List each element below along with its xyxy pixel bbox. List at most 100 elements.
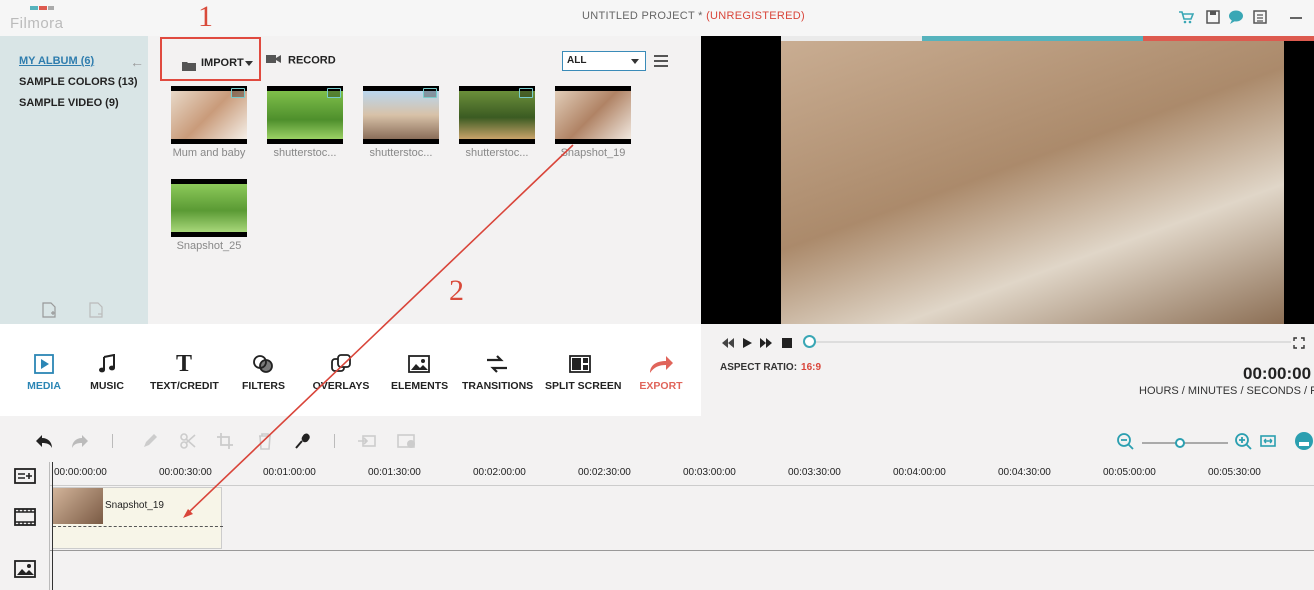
media-thumbnail[interactable] xyxy=(171,179,247,237)
crop-icon[interactable] xyxy=(216,432,236,450)
folder-icon xyxy=(182,58,196,76)
undo-icon[interactable] xyxy=(34,432,54,450)
fullscreen-icon[interactable] xyxy=(1293,336,1305,348)
redo-icon[interactable] xyxy=(70,432,90,450)
import-button[interactable]: IMPORT xyxy=(160,37,261,81)
record-label: RECORD xyxy=(288,54,336,66)
media-thumbnail[interactable] xyxy=(363,86,439,144)
add-album-icon[interactable] xyxy=(42,302,56,318)
ruler-tick-label: 00:05:00:00 xyxy=(1103,467,1156,478)
seek-bar[interactable] xyxy=(811,341,1291,343)
ruler-tick-label: 00:05:30:00 xyxy=(1208,467,1261,478)
import-label: IMPORT xyxy=(201,57,244,69)
video-badge-icon xyxy=(327,88,341,98)
elements-icon xyxy=(391,352,447,376)
timeline-tracks[interactable]: Snapshot_19 xyxy=(0,486,1314,590)
video-track-icon xyxy=(14,508,36,526)
album-item-my-album[interactable]: MY ALBUM (6) xyxy=(19,55,94,67)
tool-elements[interactable]: ELEMENTS xyxy=(391,352,447,392)
zoom-out-icon[interactable] xyxy=(1116,432,1136,450)
track-headers xyxy=(0,462,50,590)
media-thumbnail[interactable] xyxy=(555,86,631,144)
preview-frame xyxy=(781,41,1284,324)
rewind-icon[interactable] xyxy=(721,336,733,348)
video-badge-icon xyxy=(423,88,437,98)
clip-thumbnail xyxy=(53,488,103,524)
snapshot-icon[interactable] xyxy=(1294,432,1314,450)
ruler-tick-label: 00:00:30:00 xyxy=(159,467,212,478)
playback-controls: ASPECT RATIO:16:9 00:00:00 HOURS / MINUT… xyxy=(701,324,1314,416)
album-panel: MY ALBUM (6) SAMPLE COLORS (13) SAMPLE V… xyxy=(0,36,148,324)
save-icon[interactable] xyxy=(1205,9,1221,25)
chevron-down-icon xyxy=(245,61,253,66)
split-icon[interactable] xyxy=(178,432,198,450)
menu-icon[interactable] xyxy=(654,55,668,67)
list-icon[interactable] xyxy=(1252,9,1268,25)
media-icon xyxy=(26,352,62,376)
play-icon[interactable] xyxy=(741,336,753,348)
detach-audio-icon[interactable] xyxy=(357,432,377,450)
seek-handle[interactable] xyxy=(803,335,816,348)
delete-icon[interactable] xyxy=(255,432,275,450)
project-title: UNTITLED PROJECT * (UNREGISTERED) xyxy=(582,10,805,22)
media-caption: shutterstoc... xyxy=(260,147,350,159)
function-toolbar: MEDIA MUSIC T TEXT/CREDIT FILTERS OVERLA… xyxy=(0,324,701,416)
clip-label: Snapshot_19 xyxy=(105,500,164,511)
zoom-handle[interactable] xyxy=(1175,438,1185,448)
aspect-ratio: ASPECT RATIO:16:9 xyxy=(720,362,821,373)
tool-transitions[interactable]: TRANSITIONS xyxy=(462,352,532,392)
cart-icon[interactable] xyxy=(1178,9,1194,25)
overlays-icon xyxy=(312,352,370,376)
minimize-icon[interactable] xyxy=(1288,9,1304,25)
media-thumbnail[interactable] xyxy=(171,86,247,144)
timeline-ruler[interactable]: 00:00:00:00 00:00:30:00 00:01:00:00 00:0… xyxy=(0,462,1314,486)
zoom-in-icon[interactable] xyxy=(1234,432,1254,450)
zoom-slider[interactable] xyxy=(1142,442,1228,444)
edit-icon[interactable] xyxy=(140,432,160,450)
media-caption: shutterstoc... xyxy=(452,147,542,159)
media-caption: Mum and baby xyxy=(164,147,254,159)
tool-overlays[interactable]: OVERLAYS xyxy=(312,352,370,392)
ruler-tick-label: 00:02:30:00 xyxy=(578,467,631,478)
video-badge-icon xyxy=(231,88,245,98)
media-caption: shutterstoc... xyxy=(356,147,446,159)
add-track-icon[interactable] xyxy=(14,468,36,486)
media-thumbnail[interactable] xyxy=(267,86,343,144)
tool-export[interactable]: EXPORT xyxy=(638,352,684,392)
fit-timeline-icon[interactable] xyxy=(1259,432,1279,450)
split-screen-icon xyxy=(545,352,615,376)
tool-media[interactable]: MEDIA xyxy=(26,352,62,392)
ruler-tick-label: 00:01:30:00 xyxy=(368,467,421,478)
fast-forward-icon[interactable] xyxy=(759,336,771,348)
ruler-tick-label: 00:01:00:00 xyxy=(263,467,316,478)
text-icon: T xyxy=(150,352,218,376)
record-button[interactable]: RECORD xyxy=(266,54,336,67)
filmora-logo: Filmora xyxy=(10,6,70,32)
video-settings-icon[interactable] xyxy=(397,432,417,450)
tool-split-screen[interactable]: SPLIT SCREEN xyxy=(545,352,615,392)
preview-window[interactable] xyxy=(701,36,1314,324)
tool-filters[interactable]: FILTERS xyxy=(242,352,284,392)
delete-album-icon[interactable] xyxy=(89,302,103,318)
playhead[interactable] xyxy=(52,462,53,590)
ruler-tick-label: 00:02:00:00 xyxy=(473,467,526,478)
annotation-step-1: 1 xyxy=(198,0,213,34)
transitions-icon xyxy=(462,352,532,376)
timeline-clip[interactable]: Snapshot_19 xyxy=(52,487,222,549)
tool-text-credit[interactable]: T TEXT/CREDIT xyxy=(150,352,218,392)
album-item-sample-colors[interactable]: SAMPLE COLORS (13) xyxy=(19,76,138,88)
collapse-arrow-icon[interactable]: ← xyxy=(130,54,144,70)
ruler-tick-label: 00:03:30:00 xyxy=(788,467,841,478)
export-icon xyxy=(638,352,684,376)
microphone-icon[interactable] xyxy=(293,432,313,450)
annotation-step-2: 2 xyxy=(449,274,464,308)
ruler-tick-label: 00:03:00:00 xyxy=(683,467,736,478)
registration-status: (UNREGISTERED) xyxy=(706,10,805,22)
tool-music[interactable]: MUSIC xyxy=(88,352,126,392)
filters-icon xyxy=(242,352,284,376)
stop-icon[interactable] xyxy=(781,336,793,348)
media-filter-select[interactable]: ALL xyxy=(562,51,646,71)
media-thumbnail[interactable] xyxy=(459,86,535,144)
album-item-sample-video[interactable]: SAMPLE VIDEO (9) xyxy=(19,97,119,109)
chat-icon[interactable] xyxy=(1228,9,1244,25)
